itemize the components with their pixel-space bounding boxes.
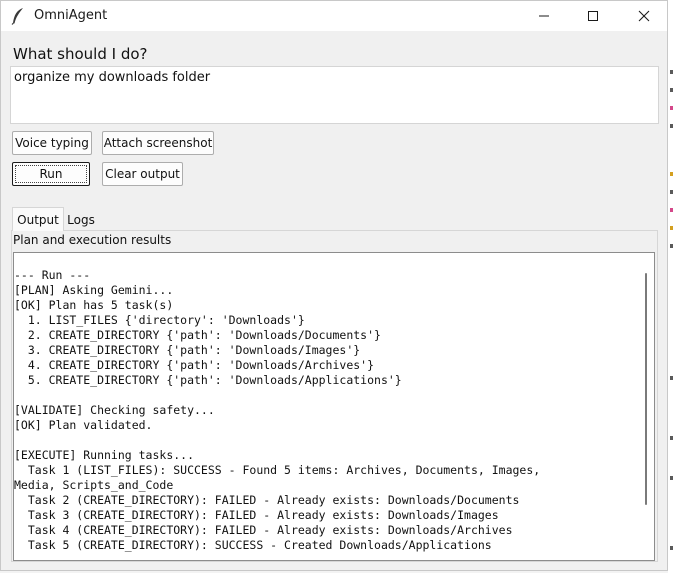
app-window: OmniAgent What should I do? organize my … — [0, 0, 668, 571]
clear-output-button[interactable]: Clear output — [102, 162, 183, 186]
output-line: [OK] Plan has 5 task(s) — [14, 298, 174, 312]
tab-logs[interactable]: Logs — [64, 209, 98, 230]
output-line: [EXECUTE] Running tasks... — [14, 448, 195, 462]
output-line: Task 1 (LIST_FILES): SUCCESS - Found 5 i… — [14, 463, 541, 477]
tab-output[interactable]: Output — [12, 207, 64, 231]
output-line: [PLAN] Asking Gemini... — [14, 283, 174, 297]
output-line: 1. LIST_FILES {'directory': 'Downloads'} — [14, 313, 305, 327]
window-title: OmniAgent — [34, 8, 108, 23]
scrollbar-thumb[interactable] — [645, 273, 647, 505]
voice-typing-button[interactable]: Voice typing — [12, 131, 92, 155]
output-line: 5. CREATE_DIRECTORY {'path': 'Downloads/… — [14, 373, 402, 387]
prompt-input[interactable]: organize my downloads folder — [10, 66, 659, 124]
minimize-icon — [539, 15, 549, 17]
output-scrollbar[interactable] — [638, 252, 655, 561]
maximize-button[interactable] — [570, 1, 616, 31]
maximize-icon — [588, 11, 598, 21]
output-line: 3. CREATE_DIRECTORY {'path': 'Downloads/… — [14, 343, 361, 357]
output-line: Task 5 (CREATE_DIRECTORY): SUCCESS - Cre… — [14, 538, 492, 552]
run-button[interactable]: Run — [12, 162, 90, 186]
output-line: 2. CREATE_DIRECTORY {'path': 'Downloads/… — [14, 328, 381, 342]
close-button[interactable] — [621, 1, 667, 31]
background-window-edge — [668, 0, 674, 573]
output-line: 4. CREATE_DIRECTORY {'path': 'Downloads/… — [14, 358, 375, 372]
feather-icon — [11, 7, 25, 25]
attach-screenshot-button[interactable]: Attach screenshot — [102, 131, 214, 155]
output-line: Task 3 (CREATE_DIRECTORY): FAILED - Alre… — [14, 508, 499, 522]
close-icon — [638, 10, 650, 22]
output-log[interactable]: --- Run --- [PLAN] Asking Gemini... [OK]… — [13, 252, 638, 561]
minimize-button[interactable] — [521, 1, 567, 31]
output-line: Media, Scripts_and_Code — [14, 478, 174, 492]
output-line: Task 2 (CREATE_DIRECTORY): FAILED - Alre… — [14, 493, 520, 507]
output-line: --- Run --- — [14, 268, 91, 282]
output-line: [OK] Plan validated. — [14, 418, 153, 432]
output-line: [VALIDATE] Checking safety... — [14, 403, 215, 417]
output-line: Task 4 (CREATE_DIRECTORY): FAILED - Alre… — [14, 523, 513, 537]
panel-label: Plan and execution results — [13, 233, 172, 247]
prompt-label: What should I do? — [13, 45, 148, 63]
title-bar[interactable]: OmniAgent — [1, 1, 667, 31]
